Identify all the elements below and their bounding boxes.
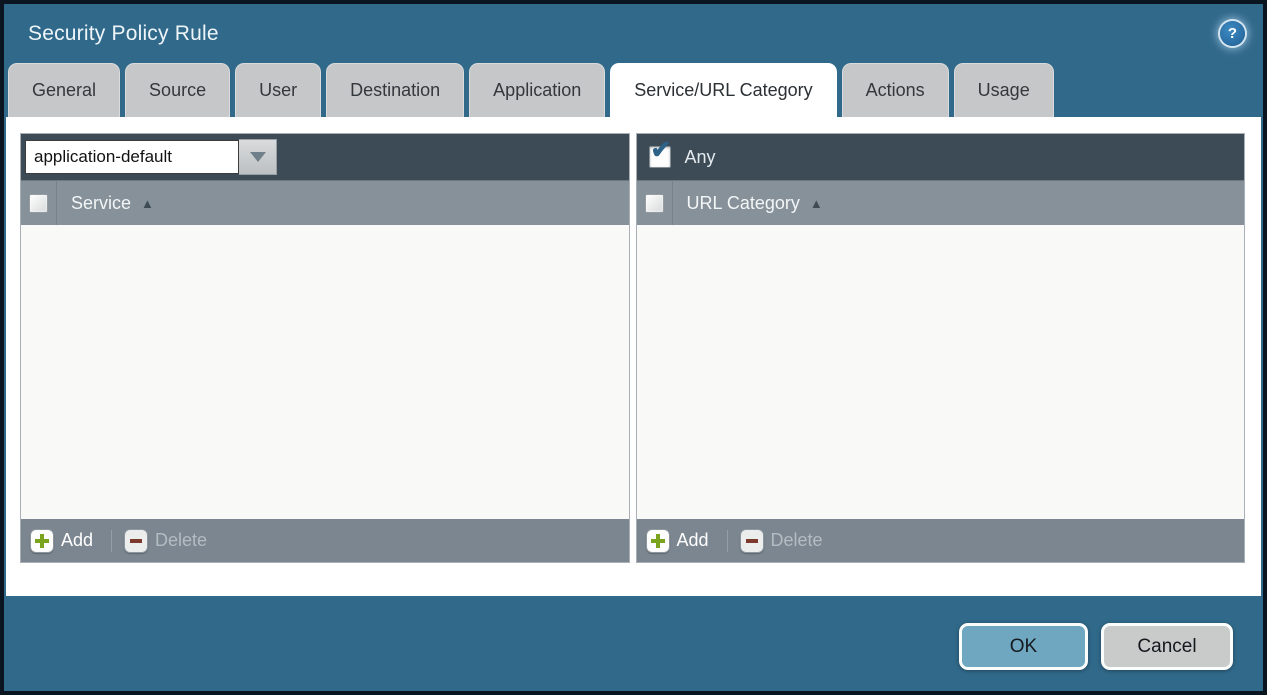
- service-column-label[interactable]: Service: [71, 193, 131, 214]
- dialog-title: Security Policy Rule: [28, 22, 219, 46]
- plus-icon: [646, 529, 670, 553]
- tab-content: Service ▲ Add Delete: [6, 117, 1261, 596]
- any-row: ✔ Any: [641, 146, 716, 168]
- url-category-select-all-cell: [637, 181, 673, 225]
- tab-service-url-category[interactable]: Service/URL Category: [610, 63, 836, 117]
- add-button-label: Add: [61, 530, 93, 551]
- tab-label: User: [259, 80, 297, 101]
- url-category-list[interactable]: [637, 225, 1245, 519]
- tab-label: Actions: [866, 80, 925, 101]
- delete-button-label: Delete: [771, 530, 823, 551]
- tab-bar: General Source User Destination Applicat…: [4, 63, 1263, 117]
- tab-usage[interactable]: Usage: [954, 63, 1054, 117]
- url-category-select-all-checkbox[interactable]: [645, 194, 664, 213]
- tab-label: Destination: [350, 80, 440, 101]
- service-delete-button[interactable]: Delete: [124, 529, 207, 553]
- sort-ascending-icon[interactable]: ▲: [810, 196, 823, 211]
- service-column-header: Service ▲: [21, 180, 629, 225]
- service-list[interactable]: [21, 225, 629, 519]
- footer-divider: [111, 530, 112, 552]
- service-type-combobox: [25, 139, 277, 175]
- service-type-dropdown-button[interactable]: [239, 139, 277, 175]
- tab-general[interactable]: General: [8, 63, 120, 117]
- panels-container: Service ▲ Add Delete: [20, 133, 1245, 563]
- ok-button[interactable]: OK: [959, 623, 1088, 670]
- url-category-panel: ✔ Any URL Category ▲ Add: [636, 133, 1246, 563]
- tab-destination[interactable]: Destination: [326, 63, 464, 117]
- url-category-column-header: URL Category ▲: [637, 180, 1245, 225]
- tab-label: Application: [493, 80, 581, 101]
- url-category-panel-footer: Add Delete: [637, 519, 1245, 562]
- cancel-button[interactable]: Cancel: [1101, 623, 1233, 670]
- tab-label: Source: [149, 80, 206, 101]
- footer-divider: [727, 530, 728, 552]
- tab-label: Usage: [978, 80, 1030, 101]
- tab-user[interactable]: User: [235, 63, 321, 117]
- url-category-column-label[interactable]: URL Category: [687, 193, 800, 214]
- url-category-add-button[interactable]: Add: [646, 529, 709, 553]
- tab-label: General: [32, 80, 96, 101]
- service-panel-header: [21, 134, 629, 180]
- dialog-button-row: OK Cancel: [959, 623, 1233, 670]
- service-select-all-cell: [21, 181, 57, 225]
- sort-ascending-icon[interactable]: ▲: [141, 196, 154, 211]
- security-policy-rule-dialog: Security Policy Rule ? General Source Us…: [4, 4, 1263, 691]
- delete-button-label: Delete: [155, 530, 207, 551]
- add-button-label: Add: [677, 530, 709, 551]
- service-panel-footer: Add Delete: [21, 519, 629, 562]
- tab-application[interactable]: Application: [469, 63, 605, 117]
- minus-icon: [124, 529, 148, 553]
- service-select-all-checkbox[interactable]: [29, 194, 48, 213]
- checkmark-icon: ✔: [651, 138, 672, 163]
- tab-actions[interactable]: Actions: [842, 63, 949, 117]
- url-category-panel-header: ✔ Any: [637, 134, 1245, 180]
- url-category-delete-button[interactable]: Delete: [740, 529, 823, 553]
- any-checkbox[interactable]: ✔: [649, 146, 671, 168]
- service-type-input[interactable]: [25, 140, 239, 174]
- help-icon[interactable]: ?: [1220, 21, 1245, 46]
- service-add-button[interactable]: Add: [30, 529, 93, 553]
- plus-icon: [30, 529, 54, 553]
- minus-icon: [740, 529, 764, 553]
- tab-label: Service/URL Category: [634, 80, 812, 101]
- any-label: Any: [685, 147, 716, 168]
- chevron-down-icon: [250, 152, 266, 162]
- tab-source[interactable]: Source: [125, 63, 230, 117]
- service-panel: Service ▲ Add Delete: [20, 133, 630, 563]
- titlebar: Security Policy Rule ?: [4, 4, 1263, 63]
